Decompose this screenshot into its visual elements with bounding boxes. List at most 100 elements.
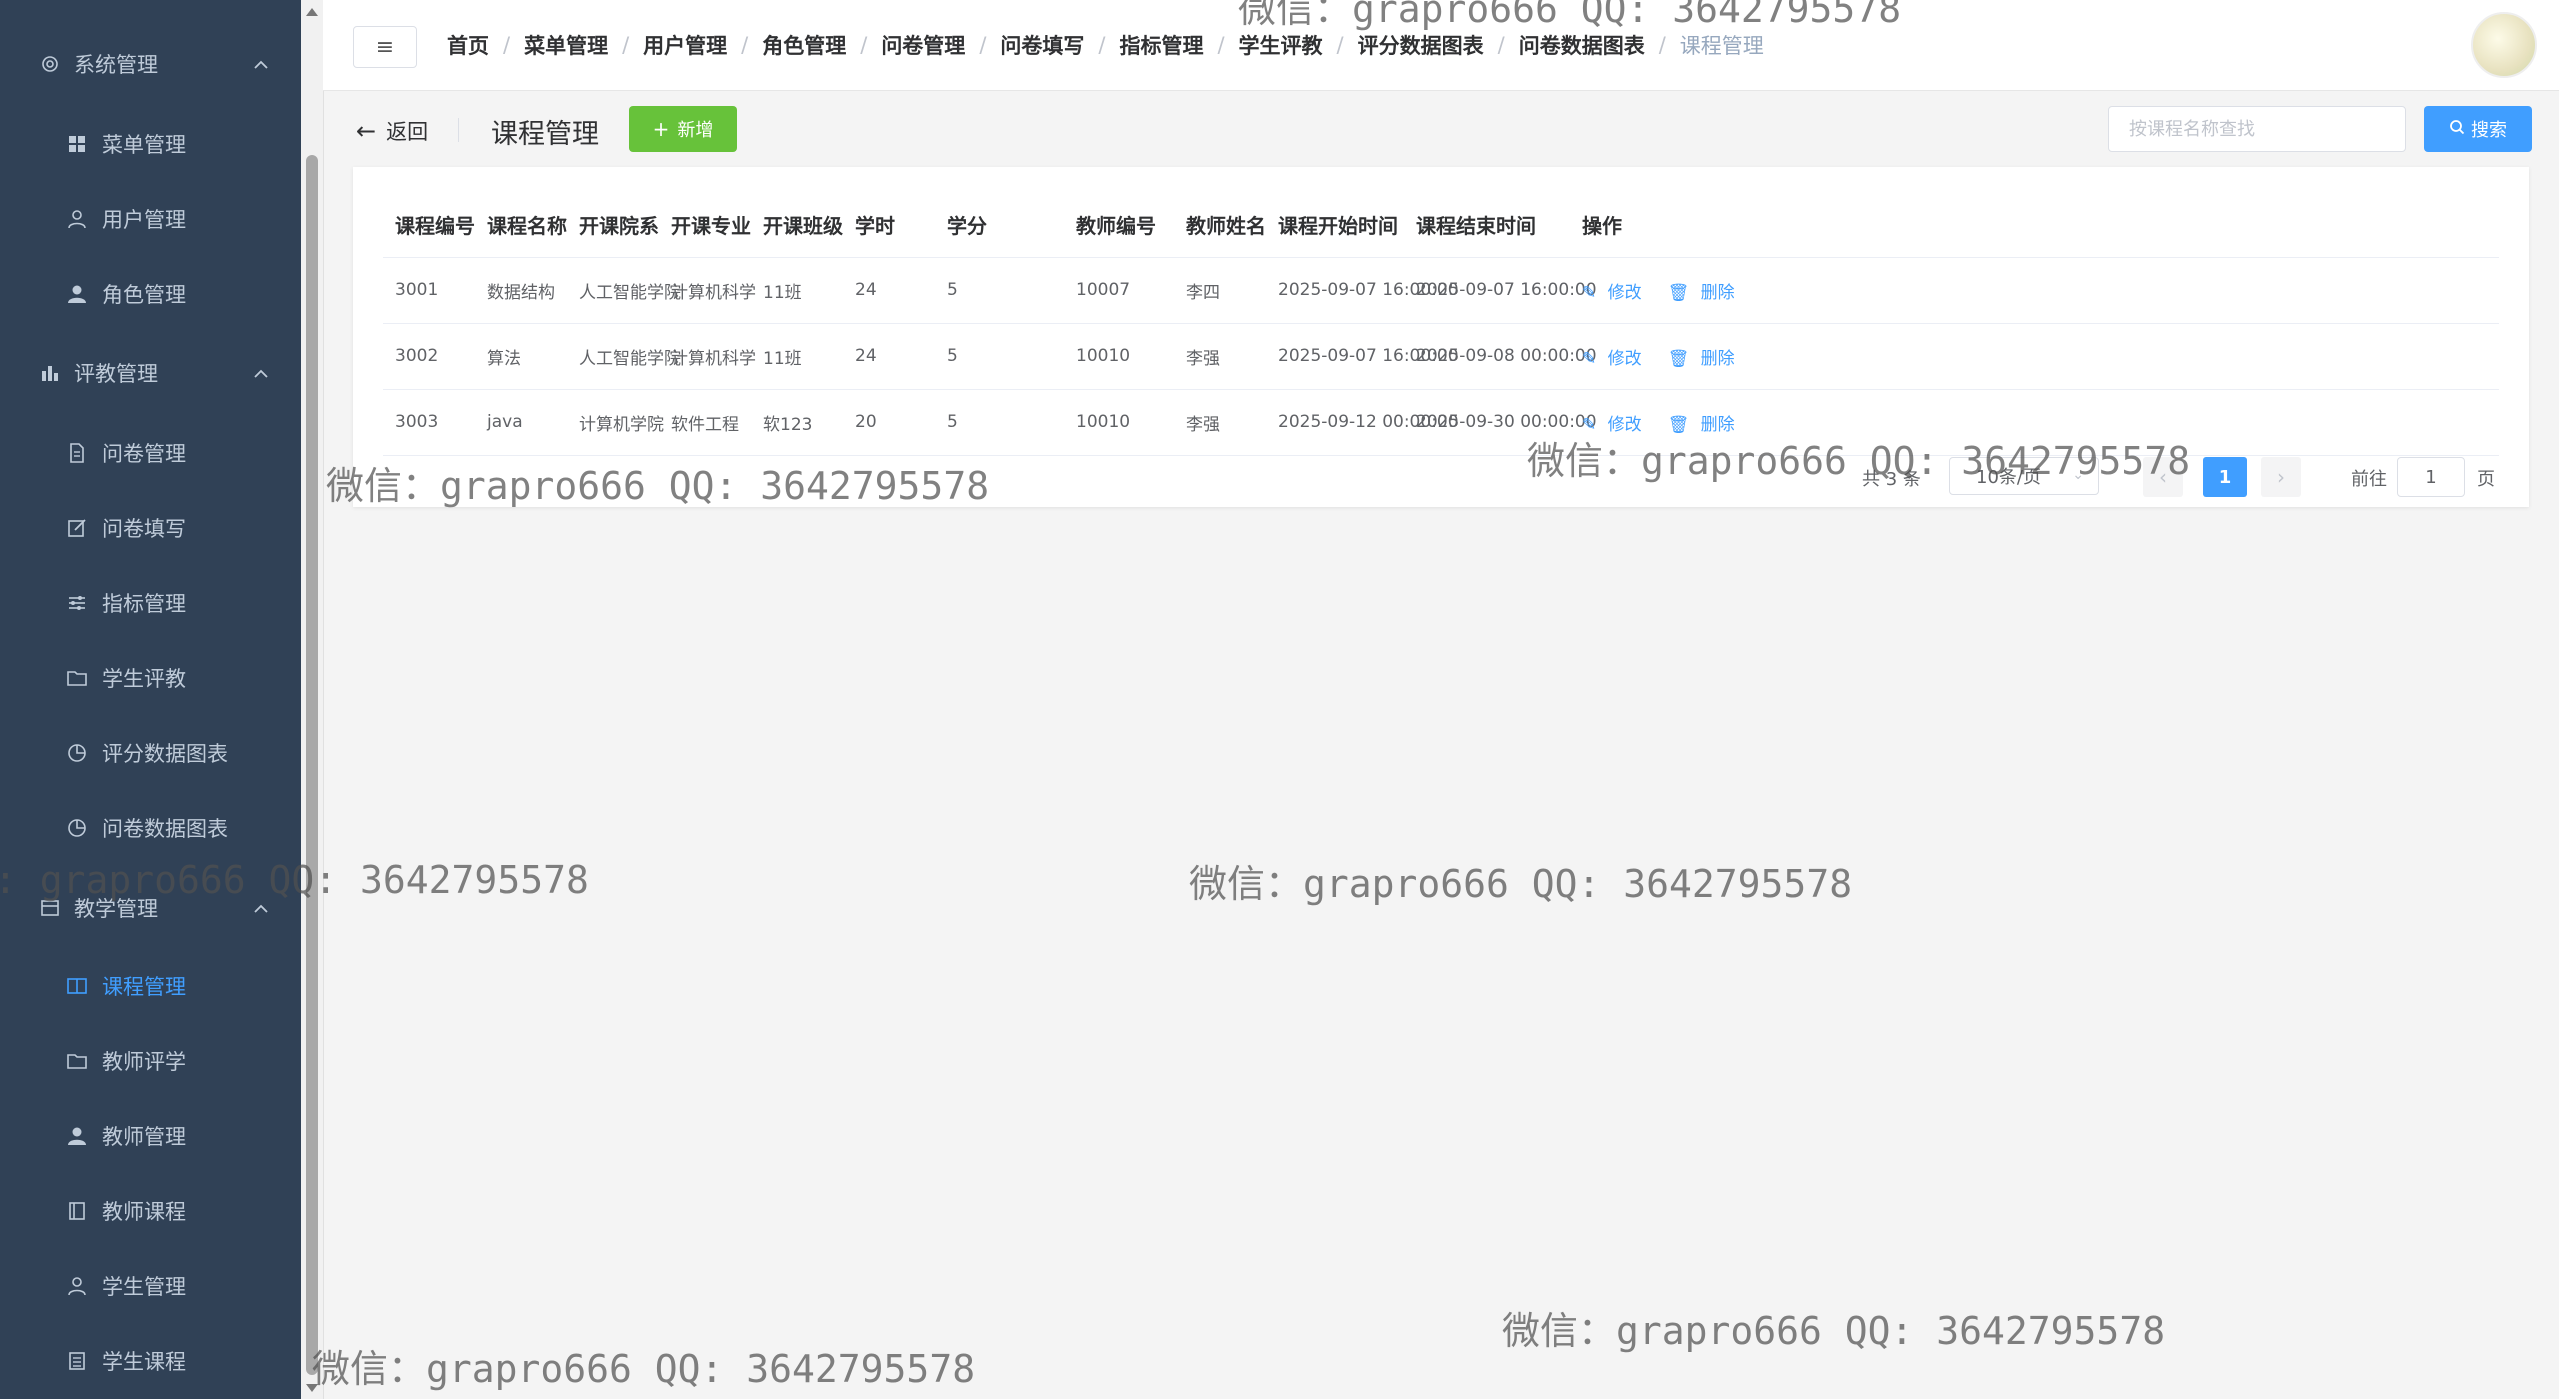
edit-button[interactable]: ✎ 修改 — [1582, 410, 1648, 435]
column-header: 开课班级 — [763, 213, 843, 238]
column-header: 教师编号 — [1076, 213, 1156, 238]
table-cell: 3001 — [395, 280, 439, 300]
chevron-down-icon: ⌄ — [2072, 467, 2084, 483]
sidebar-group-1[interactable]: 评教管理 — [0, 335, 301, 410]
table-cell: 3003 — [395, 412, 439, 432]
book-icon — [64, 973, 90, 999]
edit-button[interactable]: ✎ 修改 — [1582, 344, 1648, 369]
next-page-button[interactable]: › — [2261, 457, 2301, 497]
table-cell: 李强 — [1186, 414, 1220, 435]
search-label: 搜索 — [2471, 120, 2507, 141]
sidebar-item-5[interactable]: 指标管理 — [0, 565, 301, 640]
breadcrumb-item: 课程管理 — [1679, 34, 1764, 58]
sidebar-item-1[interactable]: 用户管理 — [0, 181, 301, 256]
add-label: 新增 — [677, 120, 714, 141]
edit-icon — [64, 515, 90, 541]
sidebar-item-10[interactable]: 教师评学 — [0, 1023, 301, 1098]
edit-button[interactable]: ✎ 修改 — [1582, 278, 1648, 303]
table-row: 3003 java 计算机学院 软件工程 软123 20 5 10010 李强 2025-09-1… — [383, 389, 2499, 456]
table-cell: 5 — [947, 280, 958, 300]
search-input[interactable] — [2108, 106, 2406, 152]
sidebar-item-label: 问卷填写 — [102, 516, 186, 541]
sidebar-group-2[interactable]: 教学管理 — [0, 870, 301, 945]
sidebar-item-13[interactable]: 学生管理 — [0, 1248, 301, 1323]
bar-chart-icon — [36, 359, 64, 387]
column-header: 学分 — [947, 213, 987, 238]
sidebar-item-2[interactable]: 角色管理 — [0, 256, 301, 331]
edit-label: 修改 — [1607, 414, 1642, 435]
pie-chart-icon — [64, 740, 90, 766]
breadcrumb-separator: / — [1217, 33, 1225, 57]
pagination: 共 3 条 10条/页 ⌄ ‹ 1 › 前往 页 — [353, 457, 2529, 497]
delete-button[interactable]: 🗑 删除 — [1668, 410, 1741, 435]
prev-page-button[interactable]: ‹ — [2143, 457, 2183, 497]
breadcrumb-item[interactable]: 指标管理 — [1119, 30, 1203, 60]
sidebar-item-3[interactable]: 问卷管理 — [0, 415, 301, 490]
delete-button[interactable]: 🗑 删除 — [1668, 344, 1741, 369]
table-icon — [36, 894, 64, 922]
table-cell: 5 — [947, 346, 958, 366]
column-header: 课程名称 — [487, 213, 567, 238]
sidebar-item-0[interactable]: 菜单管理 — [0, 106, 301, 181]
table-cell: 人工智能学院 — [579, 282, 681, 303]
scroll-up-arrow[interactable] — [306, 8, 318, 16]
breadcrumb-item[interactable]: 用户管理 — [643, 30, 727, 60]
scroll-down-arrow[interactable] — [306, 1384, 318, 1392]
avatar[interactable] — [2471, 12, 2537, 78]
plus-icon: + — [652, 117, 670, 141]
sidebar-group-label: 系统管理 — [74, 52, 158, 77]
add-button[interactable]: + 新增 — [629, 106, 737, 152]
sidebar-item-11[interactable]: 教师管理 — [0, 1098, 301, 1173]
table-row: 3001 数据结构 人工智能学院 计算机科学 11班 24 5 10007 李四 2025-09-… — [383, 257, 2499, 324]
goto-page-input[interactable] — [2397, 457, 2465, 497]
sliders-icon — [64, 590, 90, 616]
table-cell: 24 — [855, 346, 877, 366]
breadcrumb-item[interactable]: 评分数据图表 — [1358, 30, 1484, 60]
delete-button[interactable]: 🗑 删除 — [1668, 278, 1741, 303]
breadcrumb-item[interactable]: 问卷数据图表 — [1519, 30, 1645, 60]
arrow-left-icon: ← — [356, 117, 377, 145]
breadcrumb-item[interactable]: 学生评教 — [1239, 30, 1323, 60]
scrollbar-thumb[interactable] — [306, 155, 318, 1375]
sidebar-group-label: 教学管理 — [74, 896, 158, 921]
back-button[interactable]: ← 返回 — [356, 116, 428, 146]
table-cell: java — [487, 412, 523, 432]
search-button[interactable]: 搜索 — [2424, 106, 2532, 152]
notebook-icon — [64, 1198, 90, 1224]
breadcrumb-item[interactable]: 角色管理 — [762, 30, 846, 60]
sidebar-group-0[interactable]: 系统管理 — [0, 26, 301, 101]
hamburger-button[interactable]: ≡ — [353, 26, 417, 68]
pie-chart-icon — [64, 815, 90, 841]
page-size-select[interactable]: 10条/页 ⌄ — [1949, 457, 2099, 495]
sidebar-item-8[interactable]: 问卷数据图表 — [0, 790, 301, 865]
pagination-total: 共 3 条 — [1862, 469, 1921, 490]
row-actions: ✎ 修改 🗑 删除 — [1582, 389, 1747, 455]
edit-icon: ✎ — [1582, 282, 1602, 303]
sidebar-item-12[interactable]: 教师课程 — [0, 1173, 301, 1248]
delete-label: 删除 — [1700, 348, 1735, 369]
table-header-row: 课程编号 课程名称 开课院系 开课专业 开课班级 学时 学分 教师编号 教师姓名 课程开始时间 课程… — [383, 191, 2499, 258]
breadcrumb-item[interactable]: 菜单管理 — [524, 30, 608, 60]
sidebar-scrollbar[interactable] — [301, 0, 324, 1399]
sidebar-item-label: 角色管理 — [102, 282, 186, 307]
table-cell: 10010 — [1076, 412, 1131, 432]
breadcrumb-item[interactable]: 问卷填写 — [1000, 30, 1084, 60]
search-icon — [2449, 119, 2465, 140]
table-cell: 11班 — [763, 348, 802, 369]
sidebar-item-6[interactable]: 学生评教 — [0, 640, 301, 715]
breadcrumb-item[interactable]: 问卷管理 — [881, 30, 965, 60]
user-icon — [64, 1273, 90, 1299]
page-number-current[interactable]: 1 — [2203, 457, 2247, 497]
sidebar-item-7[interactable]: 评分数据图表 — [0, 715, 301, 790]
watermark: 微信：grapro666 QQ: 3642795578 — [1502, 1309, 2166, 1353]
table-cell: 2025-09-30 00:00:00 — [1416, 412, 1597, 432]
top-navbar: ≡ 首页 / 菜单管理 / 用户管理 / 角色管理 / 问卷管理 / 问卷填写 / 指标管理 / 学生评教 /… — [323, 0, 2559, 91]
chevron-up-icon — [253, 361, 269, 385]
table-cell: 计算机学院 — [579, 414, 664, 435]
column-header: 开课院系 — [579, 213, 659, 238]
watermark: 微信：grapro666 QQ: 3642795578 — [1189, 862, 1853, 906]
sidebar-item-14[interactable]: 学生课程 — [0, 1323, 301, 1398]
sidebar-item-4[interactable]: 问卷填写 — [0, 490, 301, 565]
breadcrumb-item[interactable]: 首页 — [447, 30, 489, 60]
sidebar-item-9[interactable]: 课程管理 — [0, 948, 301, 1023]
